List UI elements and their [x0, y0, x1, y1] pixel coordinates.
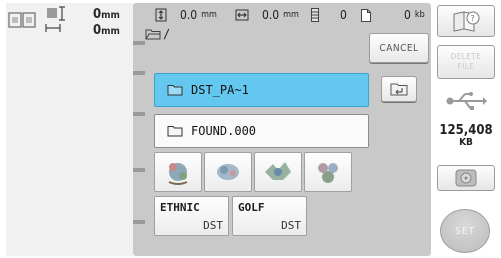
thread-spool-icon [311, 8, 319, 22]
right-control-column: ? DELETE FILE 125,408 KB SET [433, 3, 499, 256]
media-select-button[interactable] [437, 165, 495, 191]
design-info-pane: 0mm 0mm [6, 3, 133, 256]
file-icon [361, 8, 371, 22]
thumbnail-3[interactable] [254, 152, 302, 192]
design-thumbnails [154, 152, 352, 192]
disk-icon [455, 169, 477, 187]
file-list: ETHNIC DST GOLF DST [154, 196, 307, 236]
usb-icon [446, 92, 487, 110]
design-status-bar: 0.0 mm 0.0 mm 0 0 kb [141, 5, 427, 27]
design-size-icon [45, 6, 65, 32]
svg-text:?: ? [471, 14, 475, 23]
thumbnail-1[interactable] [154, 152, 202, 192]
current-path: / [145, 27, 170, 41]
file-browser-panel: 0.0 mm 0.0 mm 0 0 kb / CANCEL DST_PA~1 F… [133, 3, 431, 256]
cancel-button[interactable]: CANCEL [369, 33, 429, 63]
status-file-size: 0 kb [361, 8, 425, 22]
embroidery-file-selection-screen: 0mm 0mm 0.0 mm 0.0 mm 0 0 kb / CANCEL DS… [0, 0, 501, 258]
folder-item-dst-pa[interactable]: DST_PA~1 [154, 73, 369, 107]
embroidery-preview-icon [168, 163, 188, 185]
embroidery-preview-icon [265, 162, 291, 180]
folder-icon [167, 126, 183, 137]
embroidery-preview-icon [318, 163, 338, 183]
file-item-ethnic[interactable]: ETHNIC DST [154, 196, 229, 236]
thumbnail-4[interactable] [304, 152, 352, 192]
folder-up-icon [390, 83, 408, 96]
status-stitch-count: 0 [311, 8, 347, 22]
file-item-golf[interactable]: GOLF DST [232, 196, 307, 236]
design-height: 0mm [93, 23, 120, 38]
design-width: 0mm [93, 7, 120, 22]
folder-item-found[interactable]: FOUND.000 [154, 114, 369, 148]
thumbnail-2[interactable] [204, 152, 252, 192]
delete-file-button[interactable]: DELETE FILE [437, 45, 495, 79]
help-button[interactable]: ? [437, 5, 495, 37]
open-folder-icon [145, 29, 161, 40]
help-book-icon: ? [453, 11, 480, 32]
embroidery-preview-icon [217, 164, 239, 180]
status-height: 0.0 mm [155, 8, 217, 22]
height-arrow-icon [155, 8, 167, 22]
set-button[interactable]: SET [440, 209, 490, 253]
free-capacity: 125,408 KB [439, 123, 493, 148]
parent-folder-button[interactable] [381, 76, 417, 102]
folder-icon [167, 85, 183, 96]
embroidery-frame-icon [8, 12, 36, 28]
status-width: 0.0 mm [235, 8, 299, 22]
width-arrow-icon [235, 9, 249, 21]
